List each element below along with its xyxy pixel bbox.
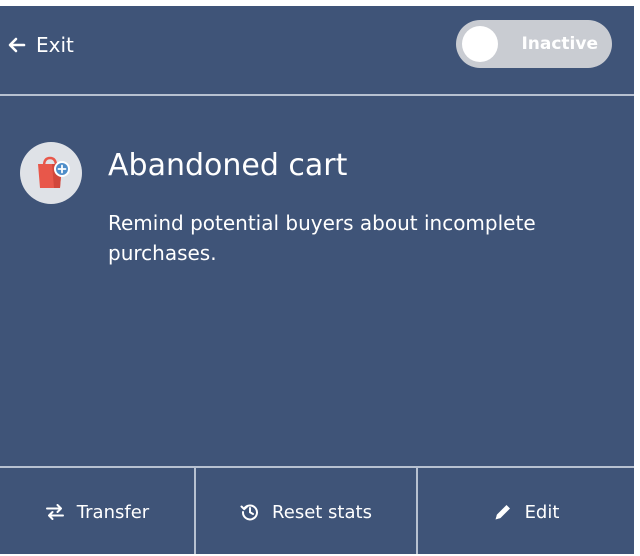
exit-button[interactable]: Exit xyxy=(8,30,74,60)
exit-label: Exit xyxy=(36,33,74,57)
transfer-label: Transfer xyxy=(76,501,150,523)
history-icon xyxy=(240,502,260,522)
panel-content: Abandoned cart Remind potential buyers a… xyxy=(0,96,634,466)
feature-title: Abandoned cart xyxy=(108,148,348,183)
feature-description: Remind potential buyers about incomplete… xyxy=(108,211,536,265)
swap-arrows-icon xyxy=(45,504,65,520)
toggle-knob xyxy=(462,26,498,62)
shopping-bag-plus-icon xyxy=(20,142,82,204)
arrow-left-icon xyxy=(8,37,26,53)
edit-button[interactable]: Edit xyxy=(418,468,634,554)
campaign-panel: Exit Inactive Abandoned cart Remind pote… xyxy=(0,6,634,554)
pencil-icon xyxy=(493,502,513,522)
action-bar: Transfer Reset stats Edit xyxy=(0,466,634,554)
transfer-button[interactable]: Transfer xyxy=(0,468,196,554)
panel-header: Exit Inactive xyxy=(0,6,634,96)
reset-stats-button[interactable]: Reset stats xyxy=(196,468,418,554)
active-toggle[interactable]: Inactive xyxy=(456,20,612,68)
reset-stats-label: Reset stats xyxy=(272,501,372,523)
edit-label: Edit xyxy=(524,501,560,523)
toggle-label: Inactive xyxy=(521,34,598,54)
